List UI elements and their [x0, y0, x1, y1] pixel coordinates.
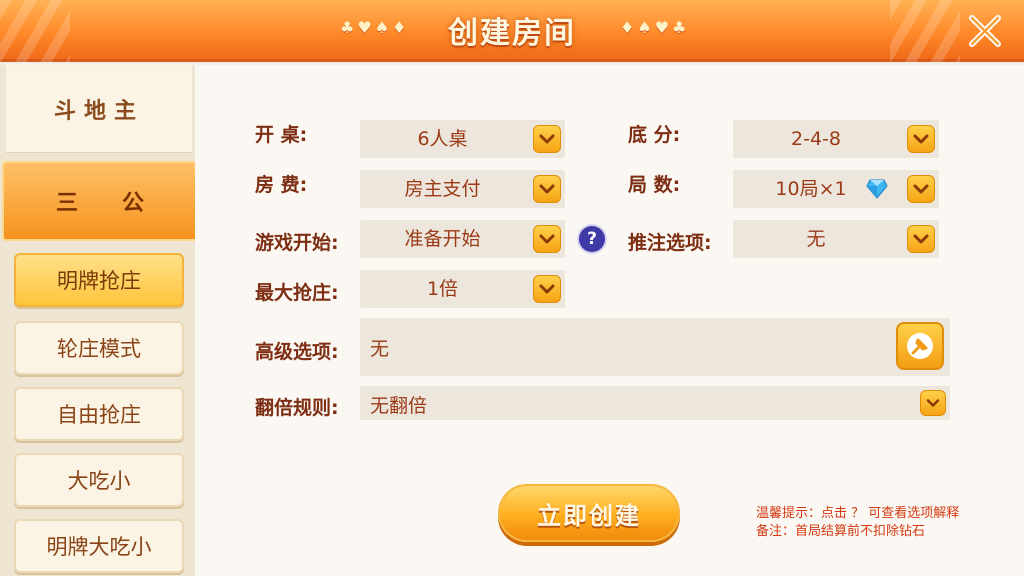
double-rule-value: 无翻倍	[370, 395, 428, 417]
fang-fei-dropdown-button[interactable]	[533, 175, 561, 203]
chevron-down-icon	[539, 234, 555, 244]
max-grab-value: 1倍	[426, 278, 459, 300]
double-rule-label: 翻倍规则:	[255, 397, 339, 419]
advanced-label: 高级选项:	[255, 341, 339, 363]
di-fen-dropdown-button[interactable]	[907, 125, 935, 153]
chevron-down-icon	[913, 234, 929, 244]
pin-button[interactable]	[896, 322, 944, 370]
push-bet-label: 推注选项:	[628, 232, 712, 254]
chevron-down-icon	[539, 134, 555, 144]
max-grab-dropdown-button[interactable]	[533, 275, 561, 303]
mode-item-ziyou-qiangzhuang[interactable]: 自由抢庄	[14, 387, 184, 441]
push-bet-select[interactable]: 无	[733, 220, 939, 258]
ju-shu-select[interactable]: 10局×1	[733, 170, 939, 208]
sidebar: 斗地主 三公 明牌抢庄 轮庄模式 自由抢庄 大吃小 明牌大吃小	[0, 65, 198, 576]
double-rule-dropdown-button[interactable]	[920, 390, 946, 416]
push-bet-dropdown-button[interactable]	[907, 225, 935, 253]
start-mode-select[interactable]: 准备开始	[360, 220, 565, 258]
kai-zhuo-label: 开 桌:	[255, 124, 308, 146]
start-mode-value: 准备开始	[404, 228, 481, 250]
fang-fei-select[interactable]: 房主支付	[360, 170, 565, 208]
chevron-down-icon	[539, 284, 555, 294]
close-icon	[969, 15, 1001, 47]
create-room-button[interactable]: 立即创建	[498, 484, 680, 542]
ju-shu-label: 局 数:	[628, 174, 681, 196]
chevron-down-icon	[539, 184, 555, 194]
chevron-down-icon	[926, 399, 940, 407]
ju-shu-value: 10局×1	[775, 178, 847, 200]
page-title: 创建房间	[448, 16, 576, 51]
mode-item-lunzhuang[interactable]: 轮庄模式	[14, 321, 184, 375]
kai-zhuo-select[interactable]: 6人桌	[360, 120, 565, 158]
fang-fei-value: 房主支付	[404, 178, 481, 200]
help-icon[interactable]: ?	[579, 226, 605, 252]
tip-note: 备注：首局结算前不扣除钻石	[756, 524, 926, 539]
tip-hint: 温馨提示：点击 ？ 可查看选项解释	[756, 506, 960, 521]
mode-item-mingpai-qiangzhuang[interactable]: 明牌抢庄	[14, 253, 184, 307]
double-rule-select[interactable]: 无翻倍	[360, 386, 950, 420]
suits-decoration-right: ♦♠♥♣	[620, 18, 690, 37]
di-fen-select[interactable]: 2-4-8	[733, 120, 939, 158]
pin-icon	[907, 333, 933, 359]
close-button[interactable]	[962, 8, 1008, 54]
start-mode-label: 游戏开始:	[255, 232, 339, 254]
advanced-value: 无	[370, 338, 390, 360]
sidebar-item-sangong[interactable]: 三公	[2, 161, 198, 241]
ju-shu-dropdown-button[interactable]	[907, 175, 935, 203]
di-fen-value: 2-4-8	[791, 128, 841, 150]
fang-fei-label: 房 费:	[255, 174, 308, 196]
mode-item-dachixiao[interactable]: 大吃小	[14, 453, 184, 507]
chevron-down-icon	[913, 184, 929, 194]
kai-zhuo-dropdown-button[interactable]	[533, 125, 561, 153]
advanced-options-field[interactable]: 无	[360, 318, 950, 376]
kai-zhuo-value: 6人桌	[417, 128, 468, 150]
title-bar: ♣♥♠♦ 创建房间 ♦♠♥♣	[0, 0, 1024, 62]
di-fen-label: 底 分:	[628, 124, 681, 146]
max-grab-label: 最大抢庄:	[255, 282, 339, 304]
chevron-down-icon	[913, 134, 929, 144]
max-grab-select[interactable]: 1倍	[360, 270, 565, 308]
mode-item-mingpai-dachixiao[interactable]: 明牌大吃小	[14, 519, 184, 573]
start-mode-dropdown-button[interactable]	[533, 225, 561, 253]
diamond-icon	[866, 179, 888, 199]
sidebar-item-doudizhu[interactable]: 斗地主	[6, 65, 192, 153]
push-bet-value: 无	[806, 228, 826, 250]
